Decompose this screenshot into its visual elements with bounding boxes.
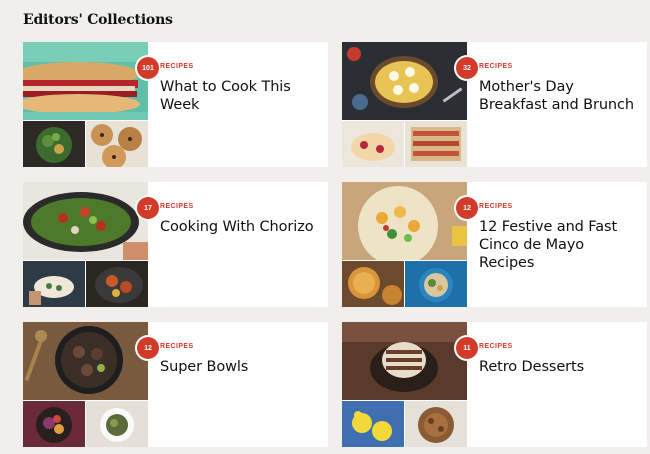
collection-kind-label: RECIPES: [160, 343, 194, 350]
collection-hero-image[interactable]: [23, 42, 148, 120]
collection-title[interactable]: Super Bowls: [160, 358, 320, 376]
collection-kind-label: RECIPES: [160, 63, 194, 70]
collection-hero-image[interactable]: [342, 42, 467, 120]
collection-thumb-image[interactable]: [23, 121, 85, 167]
collection-kind-label: RECIPES: [160, 203, 194, 210]
collection-kind-label: RECIPES: [479, 203, 513, 210]
collection-card-super-bowls[interactable]: 12 RECIPES Super Bowls: [23, 322, 328, 447]
collection-title[interactable]: Cooking With Chorizo: [160, 218, 320, 236]
recipe-count-badge: 101: [137, 57, 159, 79]
collection-title[interactable]: What to Cook This Week: [160, 78, 320, 114]
recipe-count-badge: 17: [137, 197, 159, 219]
collection-thumb-image[interactable]: [86, 121, 148, 167]
collection-thumb-image[interactable]: [342, 261, 404, 307]
collection-hero-image[interactable]: [23, 322, 148, 400]
collection-title[interactable]: 12 Festive and Fast Cinco de Mayo Recipe…: [479, 218, 639, 272]
collection-thumb-image[interactable]: [86, 261, 148, 307]
section-title: Editors' Collections: [23, 12, 173, 28]
collection-kind-label: RECIPES: [479, 63, 513, 70]
collection-thumb-image[interactable]: [405, 401, 467, 447]
recipe-count-badge: 12: [137, 337, 159, 359]
recipe-count-badge: 12: [456, 197, 478, 219]
collection-card-mothers-day[interactable]: 32 RECIPES Mother's Day Breakfast and Br…: [342, 42, 647, 167]
collection-thumb-image[interactable]: [342, 401, 404, 447]
collection-thumb-image[interactable]: [23, 261, 85, 307]
collection-thumb-image[interactable]: [23, 401, 85, 447]
collection-card-chorizo[interactable]: 17 RECIPES Cooking With Chorizo: [23, 182, 328, 307]
collection-hero-image[interactable]: [23, 182, 148, 260]
collection-title[interactable]: Mother's Day Breakfast and Brunch: [479, 78, 639, 114]
collection-hero-image[interactable]: [342, 182, 467, 260]
collection-card-cinco-de-mayo[interactable]: 12 RECIPES 12 Festive and Fast Cinco de …: [342, 182, 647, 307]
collection-thumb-image[interactable]: [342, 121, 404, 167]
collection-card-retro-desserts[interactable]: 11 RECIPES Retro Desserts: [342, 322, 647, 447]
collection-kind-label: RECIPES: [479, 343, 513, 350]
recipe-count-badge: 11: [456, 337, 478, 359]
collection-card-what-to-cook[interactable]: 101 RECIPES What to Cook This Week: [23, 42, 328, 167]
collection-hero-image[interactable]: [342, 322, 467, 400]
collection-thumb-image[interactable]: [405, 121, 467, 167]
collection-thumb-image[interactable]: [405, 261, 467, 307]
recipe-count-badge: 32: [456, 57, 478, 79]
collection-thumb-image[interactable]: [86, 401, 148, 447]
collection-title[interactable]: Retro Desserts: [479, 358, 639, 376]
